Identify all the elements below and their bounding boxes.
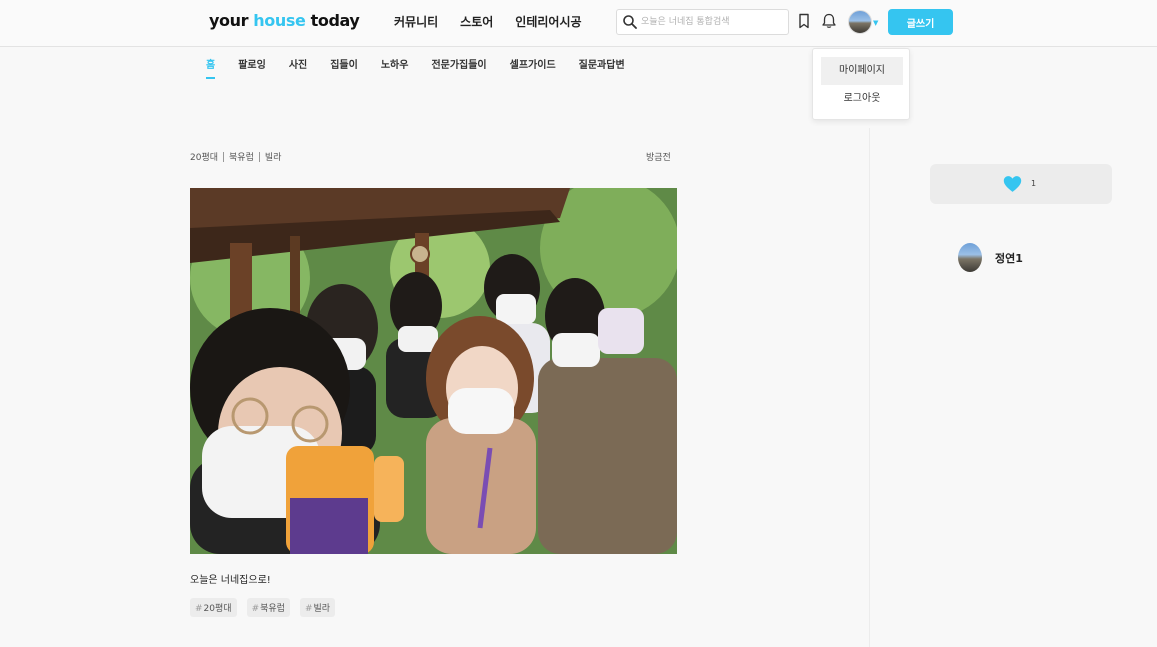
author-avatar[interactable] [958,243,982,272]
search-input[interactable] [641,13,785,31]
tab-photos[interactable]: 사진 [289,56,307,79]
bell-icon[interactable] [820,12,838,30]
top-header: your house today 커뮤니티 스토어 인테리어시공 ▼ 글쓰기 [0,0,1157,47]
heart-icon [1003,176,1022,192]
tag-list: #20평대 #북유럽 #빌라 [190,598,336,617]
user-avatar[interactable] [848,10,872,34]
tab-following[interactable]: 팔로잉 [238,56,266,79]
like-count: 1 [1031,179,1037,188]
meta-divider [223,151,225,162]
like-button[interactable]: 1 [930,164,1112,204]
post-meta: 20평대 북유럽 빌라 [190,150,281,163]
write-button[interactable]: 글쓰기 [888,9,953,35]
hash-icon: # [195,604,203,614]
nav-community[interactable]: 커뮤니티 [394,13,438,30]
meta-size: 20평대 [190,153,219,163]
tab-self-guide[interactable]: 셀프가이드 [510,56,556,79]
tag[interactable]: #빌라 [299,598,336,617]
tab-home[interactable]: 홈 [206,56,216,79]
meta-divider [258,151,260,162]
tag[interactable]: #북유럽 [246,598,290,617]
post-date: 방금전 [646,153,671,163]
search-icon[interactable] [622,14,638,30]
photo-illustration [190,188,677,554]
chevron-down-icon[interactable]: ▼ [873,19,878,27]
sub-nav: 홈 팔로잉 사진 집들이 노하우 전문가집들이 셀프가이드 질문과답변 [206,56,625,79]
user-dropdown-menu: 마이페이지 로그아웃 [812,48,910,120]
meta-style: 북유럽 [229,153,254,163]
tag[interactable]: #20평대 [190,598,237,617]
nav-store[interactable]: 스토어 [460,13,493,30]
menu-item-mypage[interactable]: 마이페이지 [821,57,903,85]
tab-expert-housewarming[interactable]: 전문가집들이 [431,56,486,79]
tab-housewarming[interactable]: 집들이 [330,56,358,79]
post-caption: 오늘은 너네집으로! [190,575,271,586]
column-divider [869,128,870,647]
hash-icon: # [304,604,313,614]
menu-item-logout[interactable]: 로그아웃 [821,85,903,113]
meta-type: 빌라 [264,153,282,163]
nav-interior[interactable]: 인테리어시공 [515,13,581,30]
bookmark-icon[interactable] [795,12,813,30]
author-name[interactable]: 정연1 [995,250,1023,266]
author-profile[interactable]: 정연1 [958,243,1023,272]
main-nav: 커뮤니티 스토어 인테리어시공 [394,13,582,30]
tab-knowhow[interactable]: 노하우 [381,56,409,79]
tab-qna[interactable]: 질문과답변 [579,56,625,79]
post-photo[interactable] [190,188,677,554]
search-box [616,9,789,35]
hash-icon: # [251,604,260,614]
logo[interactable]: your house today [209,11,360,30]
